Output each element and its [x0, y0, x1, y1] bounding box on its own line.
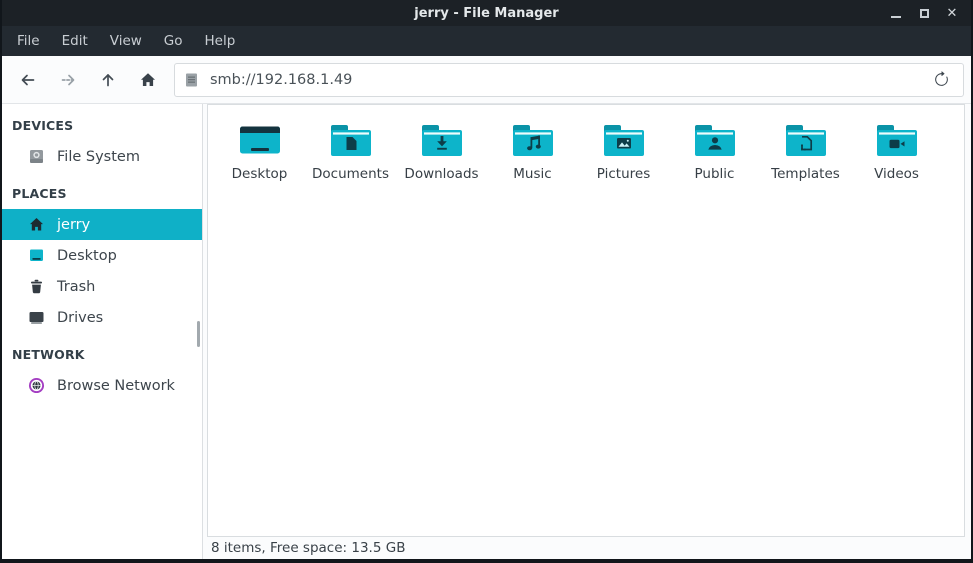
minimize-icon: [891, 16, 901, 18]
trash-icon: [28, 278, 45, 295]
sidebar-item-trash[interactable]: Trash: [2, 271, 202, 302]
pictures-folder-icon: [600, 121, 648, 161]
file-label: Videos: [874, 166, 919, 182]
file-item-templates[interactable]: Templates: [760, 121, 851, 182]
window-controls: ✕: [887, 0, 961, 26]
sidebar-item-label: Drives: [57, 310, 103, 326]
menu-view[interactable]: View: [99, 26, 153, 56]
address-bar[interactable]: smb://192.168.1.49: [174, 63, 964, 97]
home-icon: [28, 216, 45, 233]
reload-icon: [933, 71, 950, 88]
back-button[interactable]: [8, 62, 48, 98]
content-area: DEVICES File System PLACES jerry Desktop: [2, 104, 971, 559]
file-item-pictures[interactable]: Pictures: [578, 121, 669, 182]
sidebar: DEVICES File System PLACES jerry Desktop: [2, 104, 203, 559]
home-button[interactable]: [128, 62, 168, 98]
file-label: Public: [695, 166, 735, 182]
videos-folder-icon: [873, 121, 921, 161]
file-item-desktop[interactable]: Desktop: [214, 121, 305, 182]
sidebar-item-file-system[interactable]: File System: [2, 141, 202, 172]
sidebar-scrollbar[interactable]: [197, 321, 200, 347]
main-column: Desktop Documents: [203, 104, 971, 559]
file-label: Downloads: [404, 166, 478, 182]
window-title: jerry - File Manager: [414, 6, 558, 21]
menu-file[interactable]: File: [6, 26, 51, 56]
sidebar-item-label: jerry: [57, 217, 90, 233]
menu-help[interactable]: Help: [194, 26, 247, 56]
sidebar-header-devices: DEVICES: [2, 104, 202, 141]
file-item-documents[interactable]: Documents: [305, 121, 396, 182]
file-label: Desktop: [232, 166, 288, 182]
reload-button[interactable]: [929, 68, 953, 92]
sidebar-item-label: Trash: [57, 279, 95, 295]
close-button[interactable]: ✕: [943, 4, 961, 22]
forward-button[interactable]: [48, 62, 88, 98]
music-folder-icon: [509, 121, 557, 161]
maximize-button[interactable]: [915, 4, 933, 22]
templates-folder-icon: [782, 121, 830, 161]
sidebar-item-browse-network[interactable]: Browse Network: [2, 370, 202, 401]
file-item-videos[interactable]: Videos: [851, 121, 942, 182]
sidebar-header-places: PLACES: [2, 172, 202, 209]
documents-folder-icon: [327, 121, 375, 161]
sidebar-item-desktop[interactable]: Desktop: [2, 240, 202, 271]
file-manager-window: jerry - File Manager ✕ File Edit View Go…: [0, 0, 973, 563]
sidebar-item-label: File System: [57, 149, 140, 165]
file-label: Music: [513, 166, 551, 182]
filesystem-drive-icon: [28, 148, 45, 165]
back-icon: [19, 71, 37, 89]
file-view[interactable]: Desktop Documents: [207, 104, 965, 537]
file-label: Pictures: [597, 166, 650, 182]
up-icon: [99, 71, 117, 89]
sidebar-item-jerry[interactable]: jerry: [2, 209, 202, 240]
maximize-icon: [920, 9, 929, 18]
public-folder-icon: [691, 121, 739, 161]
file-label: Documents: [312, 166, 389, 182]
menu-edit[interactable]: Edit: [51, 26, 99, 56]
sidebar-header-network: NETWORK: [2, 333, 202, 370]
up-button[interactable]: [88, 62, 128, 98]
icon-grid: Desktop Documents: [208, 105, 964, 182]
close-icon: ✕: [947, 7, 958, 20]
sidebar-item-label: Browse Network: [57, 378, 175, 394]
address-text[interactable]: smb://192.168.1.49: [210, 72, 929, 88]
sidebar-item-label: Desktop: [57, 248, 117, 264]
file-item-music[interactable]: Music: [487, 121, 578, 182]
home-icon: [139, 71, 157, 89]
menubar: File Edit View Go Help: [2, 26, 971, 56]
statusbar-text: 8 items, Free space: 13.5 GB: [211, 540, 405, 556]
toolbar: smb://192.168.1.49: [2, 56, 971, 104]
sidebar-item-drives[interactable]: Drives: [2, 302, 202, 333]
file-item-downloads[interactable]: Downloads: [396, 121, 487, 182]
desktop-icon: [28, 247, 45, 264]
desktop-folder-icon: [236, 121, 284, 161]
forward-icon: [59, 71, 77, 89]
menu-go[interactable]: Go: [153, 26, 194, 56]
minimize-button[interactable]: [887, 4, 905, 22]
location-file-icon: [185, 72, 198, 88]
file-item-public[interactable]: Public: [669, 121, 760, 182]
titlebar: jerry - File Manager ✕: [2, 0, 971, 26]
network-globe-icon: [28, 377, 45, 394]
file-label: Templates: [771, 166, 840, 182]
statusbar: 8 items, Free space: 13.5 GB: [203, 537, 971, 559]
downloads-folder-icon: [418, 121, 466, 161]
drives-icon: [28, 309, 45, 326]
